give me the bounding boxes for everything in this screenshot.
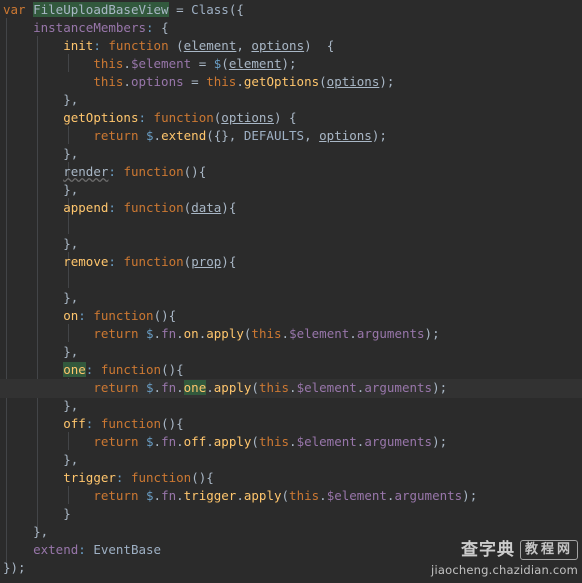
code-line: }, — [63, 182, 79, 197]
code-line: }, — [63, 344, 79, 359]
code-line: this.options = this.getOptions(options); — [93, 74, 395, 89]
code-line: append: function(data){ — [63, 200, 237, 215]
code-line: }, — [63, 146, 79, 161]
code-line: }, — [63, 92, 79, 107]
watermark-row: 查字典 教程网 — [431, 540, 578, 560]
code-line: this.$element = $(element); — [93, 56, 297, 71]
code-line: off: function(){ — [63, 416, 184, 431]
code-line: render: function(){ — [63, 164, 207, 179]
code-line: on: function(){ — [63, 308, 177, 323]
code-line: init: function (element, options) { — [63, 38, 335, 53]
code-line: }, — [33, 524, 49, 539]
code-line: return $.fn.trigger.apply(this.$element.… — [93, 488, 478, 503]
watermark-title: 查字典 — [460, 540, 515, 560]
code-line: return $.fn.on.apply(this.$element.argum… — [93, 326, 440, 341]
code-line: trigger: function(){ — [63, 470, 214, 485]
code-line: }, — [63, 452, 79, 467]
code-line: return $.fn.one.apply(this.$element.argu… — [93, 380, 448, 395]
watermark-badge: 教程网 — [519, 540, 578, 560]
code-line: getOptions: function(options) { — [63, 110, 297, 125]
code-line: }, — [63, 290, 79, 305]
code-line: var FileUploadBaseView = Class({ — [3, 2, 244, 17]
code-line: }, — [63, 236, 79, 251]
code-line: } — [63, 506, 71, 521]
code-line: }, — [63, 398, 79, 413]
code-line: remove: function(prop){ — [63, 254, 237, 269]
code-line: return $.extend({}, DEFAULTS, options); — [93, 128, 387, 143]
code-line: instanceMembers: { — [33, 20, 169, 35]
code-line: return $.fn.off.apply(this.$element.argu… — [93, 434, 448, 449]
watermark-url: jiaocheng.chazidian.com — [431, 563, 578, 577]
code-line: one: function(){ — [63, 362, 184, 377]
code-editor[interactable]: var FileUploadBaseView = Class({ instanc… — [0, 0, 582, 583]
watermark: 查字典 教程网 jiaocheng.chazidian.com — [431, 540, 578, 579]
code-content[interactable]: var FileUploadBaseView = Class({ instanc… — [0, 0, 582, 577]
